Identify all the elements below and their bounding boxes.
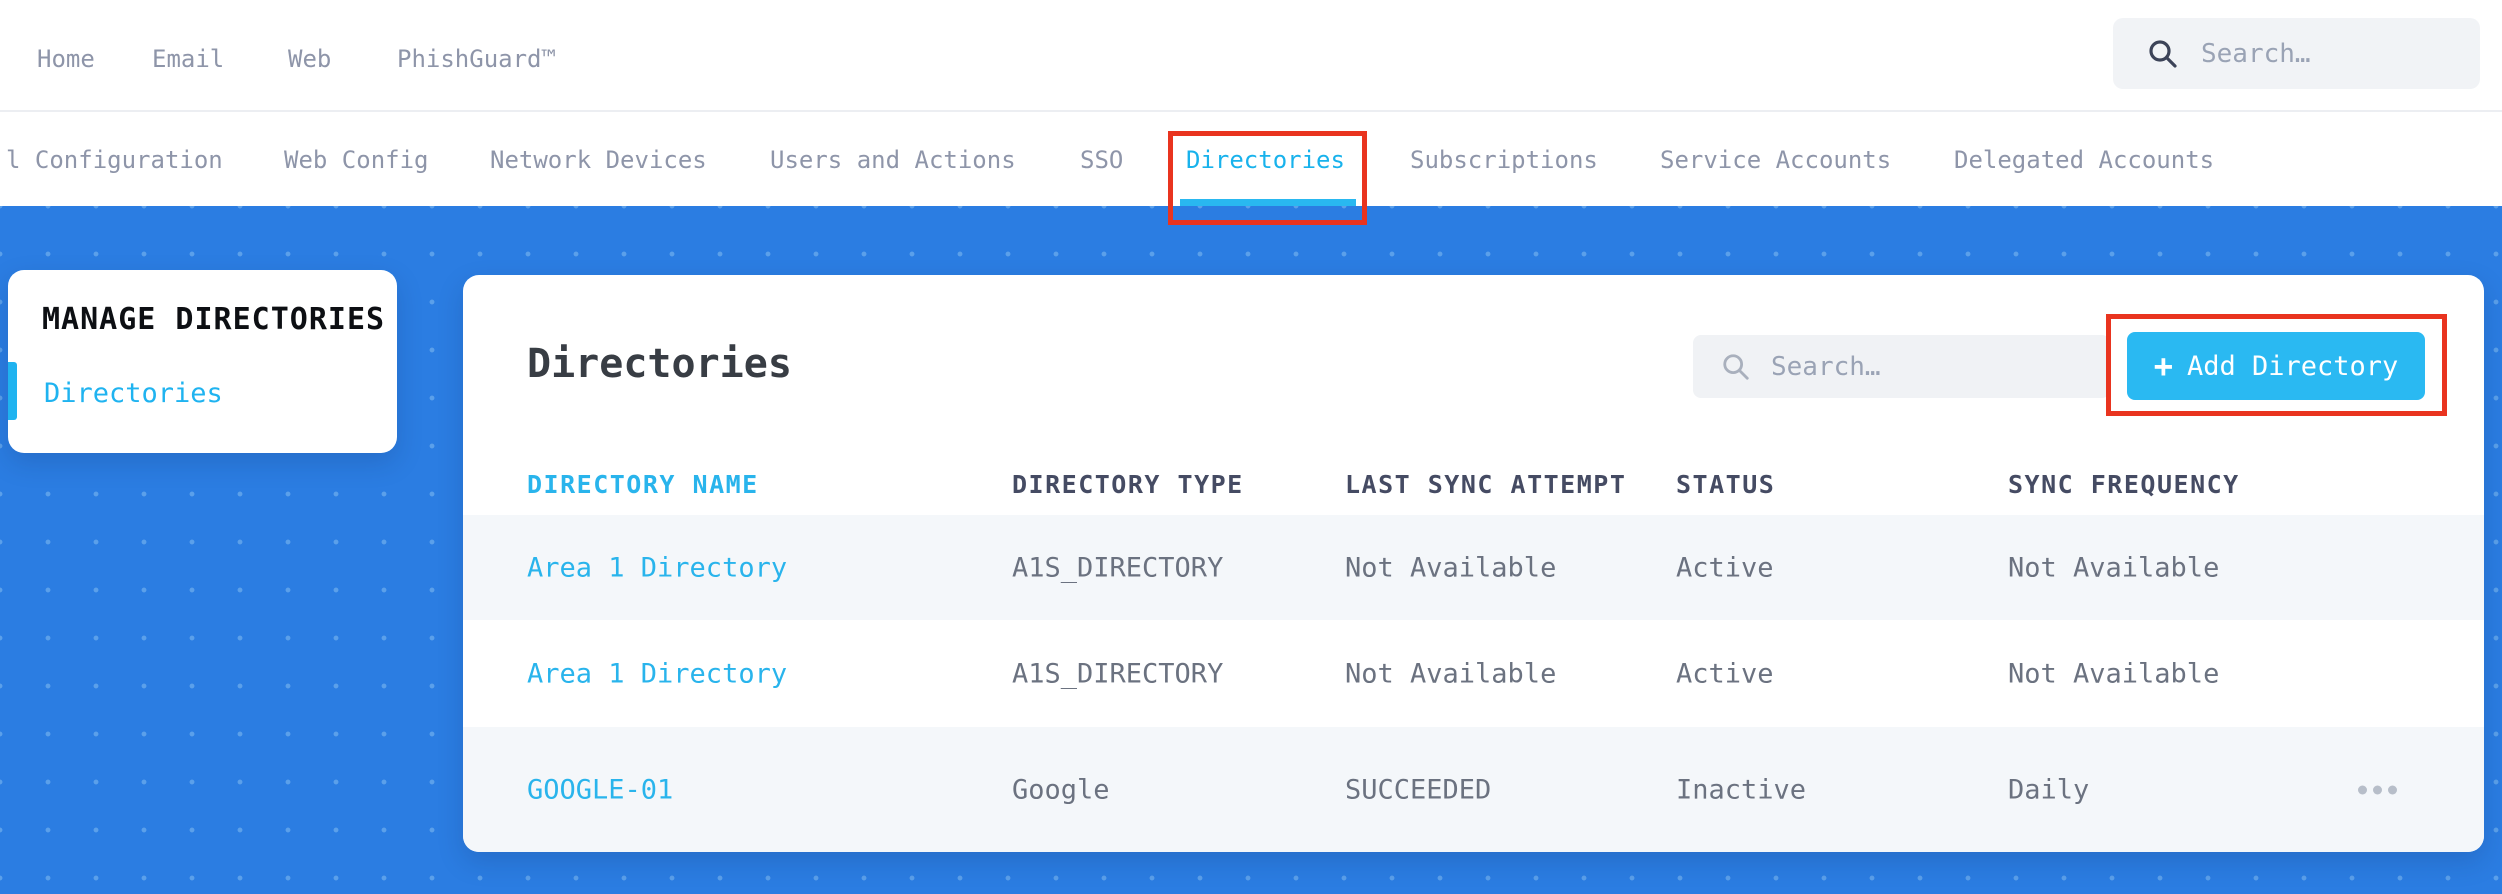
manage-directories-card: MANAGE DIRECTORIES Directories [8,270,397,453]
plus-icon: + [2153,347,2173,385]
topnav-item-email[interactable]: Email [152,0,224,112]
last-sync-cell: SUCCEEDED [1345,774,1492,805]
directory-name-link[interactable]: Area 1 Directory [527,552,787,583]
directory-type-cell: A1S_DIRECTORY [1012,658,1224,689]
top-bar: Home Email Web PhishGuard™ [0,0,2502,112]
subnav-item-users-and-actions[interactable]: Users and Actions [770,112,1016,206]
directories-search[interactable] [1693,335,2110,398]
add-directory-button[interactable]: + Add Directory [2127,332,2425,400]
directory-name-link[interactable]: Area 1 Directory [527,658,787,689]
status-cell: Active [1676,552,1774,583]
last-sync-cell: Not Available [1345,552,1557,583]
subnav-item-network-devices[interactable]: Network Devices [490,112,707,206]
frequency-cell: Not Available [2008,658,2220,689]
manage-directories-title: MANAGE DIRECTORIES [42,302,386,337]
global-search[interactable] [2113,18,2480,89]
column-header-directory-type: DIRECTORY TYPE [1012,470,1244,499]
column-header-status: STATUS [1676,470,1776,499]
subnav-item-sso[interactable]: SSO [1080,112,1123,206]
sub-nav: l Configuration Web Config Network Devic… [0,112,2502,206]
frequency-cell: Daily [2008,774,2090,805]
subnav-item-delegated-accounts[interactable]: Delegated Accounts [1954,112,2214,206]
table-row: Area 1 Directory A1S_DIRECTORY Not Avail… [463,620,2484,727]
subnav-item-directories[interactable]: Directories [1186,112,1345,206]
topnav-item-web[interactable]: Web [288,0,331,112]
subnav-item-subscriptions[interactable]: Subscriptions [1410,112,1598,206]
directories-panel: Directories + Add Directory DIRECTORY NA… [463,275,2484,852]
directory-type-cell: Google [1012,774,1110,805]
last-sync-cell: Not Available [1345,658,1557,689]
status-cell: Inactive [1676,774,1807,805]
page-title: Directories [527,341,792,387]
directory-name-link[interactable]: GOOGLE-01 [527,774,673,805]
active-tab-underline [1180,199,1356,206]
add-directory-label: Add Directory [2186,350,2399,382]
search-icon [2149,39,2177,68]
directories-search-input[interactable] [1771,351,2071,382]
frequency-cell: Not Available [2008,552,2220,583]
table-header: DIRECTORY NAME DIRECTORY TYPE LAST SYNC … [463,455,2484,515]
topnav-item-phishguard[interactable]: PhishGuard™ [397,0,556,112]
column-header-sync-frequency: SYNC FREQUENCY [2008,470,2240,499]
search-icon [1723,353,1749,380]
active-item-accent-bar [8,362,17,420]
sidebar-item-directories[interactable]: Directories [44,378,223,409]
column-header-last-sync-attempt: LAST SYNC ATTEMPT [1345,470,1627,499]
subnav-item-web-config[interactable]: Web Config [284,112,429,206]
directory-type-cell: A1S_DIRECTORY [1012,552,1224,583]
topnav-item-home[interactable]: Home [37,0,95,112]
table-row: GOOGLE-01 Google SUCCEEDED Inactive Dail… [463,727,2484,852]
column-header-directory-name: DIRECTORY NAME [527,470,759,499]
row-actions-ellipsis-icon[interactable] [2348,775,2407,804]
table-row: Area 1 Directory A1S_DIRECTORY Not Avail… [463,515,2484,620]
status-cell: Active [1676,658,1774,689]
subnav-item-email-configuration[interactable]: l Configuration [6,112,223,206]
subnav-item-service-accounts[interactable]: Service Accounts [1660,112,1891,206]
global-search-input[interactable] [2201,38,2451,69]
